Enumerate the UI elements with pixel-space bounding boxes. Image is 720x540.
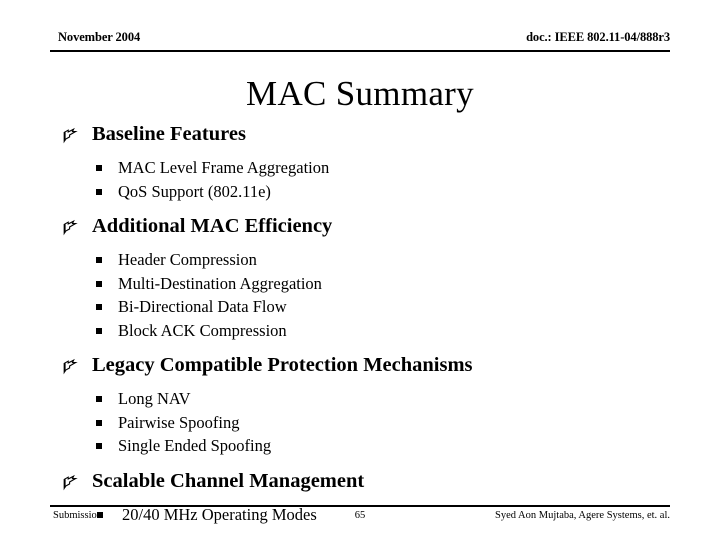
list-item-label: Long NAV [118, 389, 191, 408]
square-bullet-icon [96, 188, 102, 195]
list-item: Long NAV [0, 387, 720, 411]
square-bullet-icon [96, 257, 102, 263]
list-item: MAC Level Frame Aggregation [0, 156, 720, 180]
list-item: Block ACK Compression [0, 319, 720, 343]
section-heading-baseline-features: Baseline Features [0, 122, 720, 147]
square-bullet-icon [96, 304, 102, 310]
pointing-hand-bullet-icon [61, 357, 78, 375]
section-heading-label: Additional MAC Efficiency [92, 215, 333, 237]
list-item-label: Single Ended Spoofing [118, 436, 272, 455]
list-item: QoS Support (802.11e) [0, 180, 720, 204]
section-items-legacy-compatible-protection-mechanisms: Long NAV Pairwise Spoofing Single Ended … [0, 387, 720, 458]
section-items-additional-mac-efficiency: Header Compression Multi-Destination Agg… [0, 248, 720, 342]
section-items-baseline-features: MAC Level Frame Aggregation QoS Support … [0, 156, 720, 203]
square-bullet-icon [96, 327, 102, 334]
square-bullet-icon [96, 280, 102, 287]
section-heading-label: Scalable Channel Management [92, 469, 365, 492]
section-heading-label: Legacy Compatible Protection Mechanisms [92, 354, 473, 376]
list-item: Bi-Directional Data Flow [0, 295, 720, 319]
list-item-label: Pairwise Spoofing [118, 412, 240, 432]
footer-divider [50, 505, 670, 507]
slide: November 2004 doc.: IEEE 802.11-04/888r3… [0, 0, 720, 540]
section-heading-legacy-compatible-protection-mechanisms: Legacy Compatible Protection Mechanisms [0, 353, 720, 378]
list-item: Pairwise Spoofing [0, 411, 720, 435]
square-bullet-icon [96, 165, 102, 171]
list-item-label: MAC Level Frame Aggregation [118, 158, 330, 177]
slide-footer: Submission 65 Syed Aon Mujtaba, Agere Sy… [50, 505, 670, 531]
header-divider [50, 50, 670, 52]
pointing-hand-bullet-icon [61, 126, 78, 144]
list-item: Single Ended Spoofing [0, 434, 720, 458]
square-bullet-icon [96, 419, 102, 426]
list-item-label: Bi-Directional Data Flow [118, 297, 287, 316]
list-item-label: QoS Support (802.11e) [118, 181, 271, 201]
pointing-hand-bullet-icon [61, 473, 78, 490]
list-item: Header Compression [0, 248, 720, 272]
footer-author: Syed Aon Mujtaba, Agere Systems, et. al. [495, 510, 670, 521]
outline-body: Baseline Features MAC Level Frame Aggreg… [0, 122, 720, 526]
slide-header: November 2004 doc.: IEEE 802.11-04/888r3 [50, 30, 670, 52]
header-date: November 2004 [58, 30, 141, 44]
list-item-label: Block ACK Compression [118, 320, 287, 340]
list-item: Multi-Destination Aggregation [0, 272, 720, 296]
header-doc-id: doc.: IEEE 802.11-04/888r3 [526, 30, 670, 44]
section-heading-label: Baseline Features [92, 123, 246, 145]
pointing-hand-bullet-icon [61, 218, 78, 236]
list-item-label: Header Compression [118, 250, 257, 269]
section-heading-scalable-channel-management: Scalable Channel Management [0, 469, 720, 494]
list-item-label: Multi-Destination Aggregation [118, 273, 322, 293]
square-bullet-icon [96, 443, 102, 449]
square-bullet-icon [96, 396, 102, 402]
section-heading-additional-mac-efficiency: Additional MAC Efficiency [0, 214, 720, 239]
page-title: MAC Summary [246, 74, 474, 113]
